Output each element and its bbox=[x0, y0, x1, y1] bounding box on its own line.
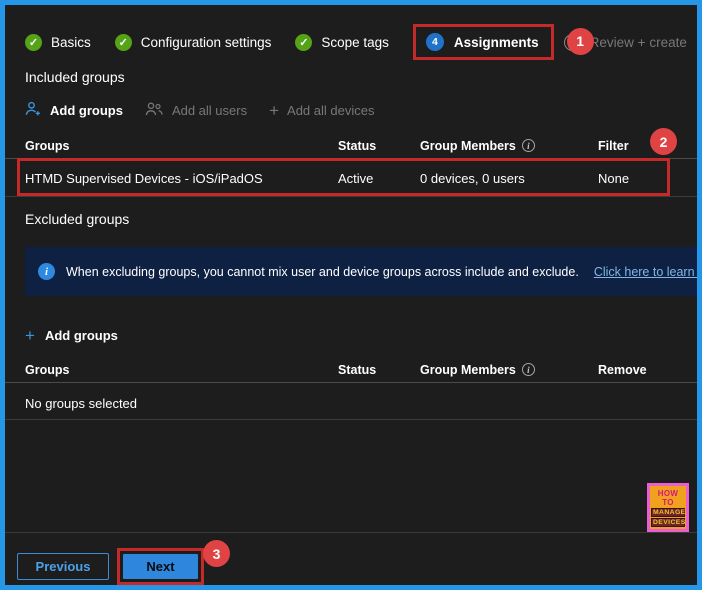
included-table-header: Groups Status Group Members i Filter bbox=[5, 133, 697, 159]
wizard-step-configuration-settings[interactable]: ✓ Configuration settings bbox=[114, 33, 272, 51]
add-person-icon bbox=[25, 101, 42, 120]
members-cell: 0 devices, 0 users bbox=[420, 170, 525, 186]
add-all-users-button[interactable]: Add all users bbox=[145, 101, 247, 120]
wizard-step-label: Review + create bbox=[589, 34, 687, 50]
plus-icon: + bbox=[25, 325, 35, 345]
annotation-box-next: Next bbox=[117, 548, 204, 585]
wizard-step-basics[interactable]: ✓ Basics bbox=[25, 33, 91, 51]
column-groups: Groups bbox=[25, 362, 70, 377]
step-number-icon: 4 bbox=[425, 33, 444, 51]
exclude-info-banner: i When excluding groups, you cannot mix … bbox=[25, 247, 697, 296]
wizard-step-review-create[interactable]: 1 Review + create bbox=[563, 27, 687, 55]
logo-line-2: MANAGE bbox=[651, 508, 686, 517]
previous-button[interactable]: Previous bbox=[17, 553, 109, 580]
htmd-watermark-logo: HOW TO MANAGE DEVICES bbox=[647, 483, 689, 532]
column-status: Status bbox=[338, 362, 377, 377]
learn-more-link[interactable]: Click here to learn more abo bbox=[594, 265, 697, 279]
excluded-table-header: Groups Status Group Members i Remove bbox=[5, 357, 697, 383]
info-icon: i bbox=[38, 263, 55, 280]
wizard-step-scope-tags[interactable]: ✓ Scope tags bbox=[295, 33, 389, 51]
included-groups-title: Included groups bbox=[25, 69, 125, 85]
group-name-cell: HTMD Supervised Devices - iOS/iPadOS bbox=[25, 170, 263, 186]
excluded-add-groups-button[interactable]: + Add groups bbox=[25, 323, 118, 347]
check-icon: ✓ bbox=[295, 33, 313, 51]
info-icon[interactable]: i bbox=[521, 363, 535, 376]
logo-line-1: HOW TO bbox=[657, 489, 679, 507]
empty-text: No groups selected bbox=[25, 396, 138, 411]
users-icon bbox=[145, 101, 164, 120]
wizard-step-label: Assignments bbox=[453, 34, 539, 50]
column-group-members: Group Members i bbox=[420, 363, 598, 377]
column-group-members: Group Members i bbox=[420, 139, 598, 153]
plus-icon: + bbox=[269, 100, 280, 120]
wizard-footer: Previous Next 3 bbox=[5, 532, 697, 585]
column-groups: Groups bbox=[25, 138, 70, 153]
wizard-step-label: Configuration settings bbox=[140, 34, 272, 50]
column-status: Status bbox=[338, 138, 377, 153]
wizard-step-label: Scope tags bbox=[321, 34, 389, 50]
screenshot-frame: ✓ Basics ✓ Configuration settings ✓ Scop… bbox=[0, 0, 702, 590]
logo-line-3: DEVICES bbox=[651, 518, 686, 527]
column-remove: Remove bbox=[598, 362, 647, 377]
status-cell: Active bbox=[338, 170, 374, 186]
add-groups-button[interactable]: Add groups bbox=[25, 101, 123, 120]
banner-text: When excluding groups, you cannot mix us… bbox=[66, 264, 579, 279]
check-icon: ✓ bbox=[114, 33, 132, 51]
excluded-groups-title: Excluded groups bbox=[25, 211, 130, 227]
next-button[interactable]: Next bbox=[123, 554, 198, 579]
wizard-steps: ✓ Basics ✓ Configuration settings ✓ Scop… bbox=[25, 21, 693, 63]
add-all-devices-button[interactable]: + Add all devices bbox=[269, 102, 374, 119]
included-actions: Add groups Add all users + Add all devic… bbox=[25, 97, 374, 123]
excluded-empty-row: No groups selected bbox=[5, 388, 697, 420]
wizard-step-label: Basics bbox=[51, 34, 91, 50]
included-group-row[interactable]: HTMD Supervised Devices - iOS/iPadOS Act… bbox=[5, 158, 697, 197]
wizard-step-assignments[interactable]: 4 Assignments bbox=[412, 24, 554, 60]
column-filter: Filter bbox=[598, 138, 629, 153]
info-icon[interactable]: i bbox=[521, 139, 535, 152]
annotation-badge-2: 2 bbox=[650, 128, 677, 155]
filter-cell: None bbox=[598, 170, 630, 186]
annotation-badge-1: 1 bbox=[566, 27, 594, 55]
assignments-panel: ✓ Basics ✓ Configuration settings ✓ Scop… bbox=[5, 5, 697, 585]
check-icon: ✓ bbox=[25, 33, 42, 51]
annotation-badge-3: 3 bbox=[203, 540, 230, 567]
